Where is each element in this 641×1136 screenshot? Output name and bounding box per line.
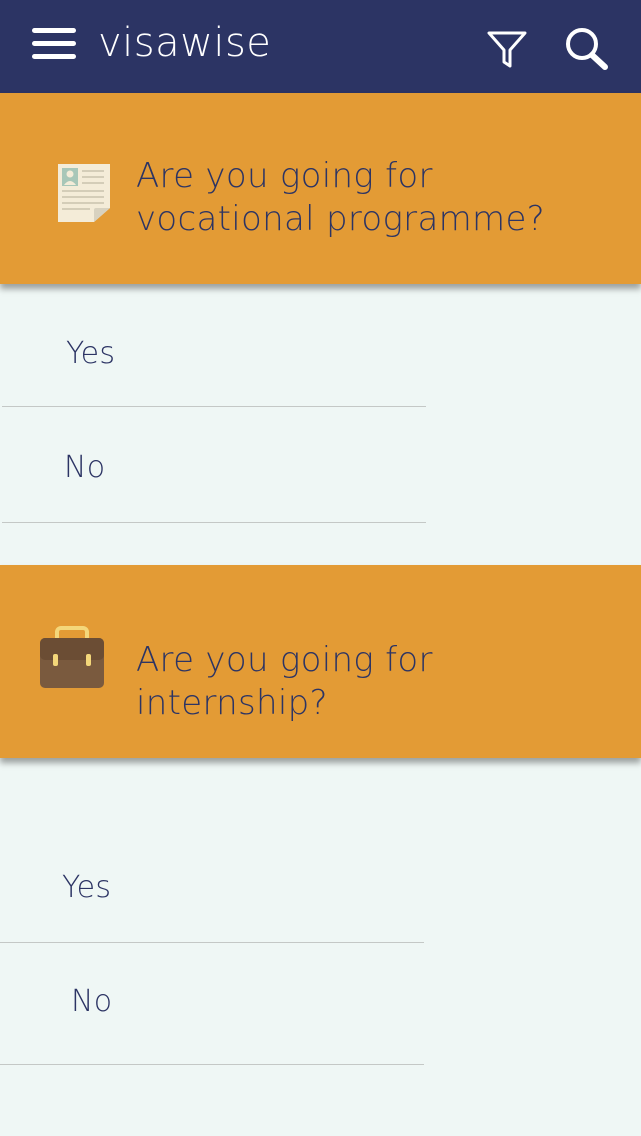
option-yes[interactable]: Yes bbox=[66, 336, 115, 371]
search-icon[interactable] bbox=[563, 26, 609, 70]
app-title: visawise bbox=[98, 20, 272, 66]
option-yes[interactable]: Yes bbox=[62, 870, 111, 905]
briefcase-icon bbox=[40, 626, 104, 688]
question-card-internship: Are you going for internship? bbox=[0, 565, 641, 758]
app-bar: visawise bbox=[0, 0, 641, 93]
divider bbox=[2, 406, 426, 407]
hamburger-menu-icon[interactable] bbox=[32, 28, 76, 60]
document-id-icon bbox=[58, 164, 110, 222]
divider bbox=[0, 1064, 424, 1065]
option-no[interactable]: No bbox=[71, 984, 112, 1019]
divider bbox=[0, 942, 424, 943]
question-text: Are you going for vocational programme? bbox=[136, 156, 546, 239]
question-text: Are you going for internship? bbox=[136, 640, 433, 723]
divider bbox=[2, 522, 426, 523]
question-card-vocational: Are you going for vocational programme? bbox=[0, 93, 641, 284]
filter-icon[interactable] bbox=[486, 28, 528, 70]
option-no[interactable]: No bbox=[64, 450, 105, 485]
